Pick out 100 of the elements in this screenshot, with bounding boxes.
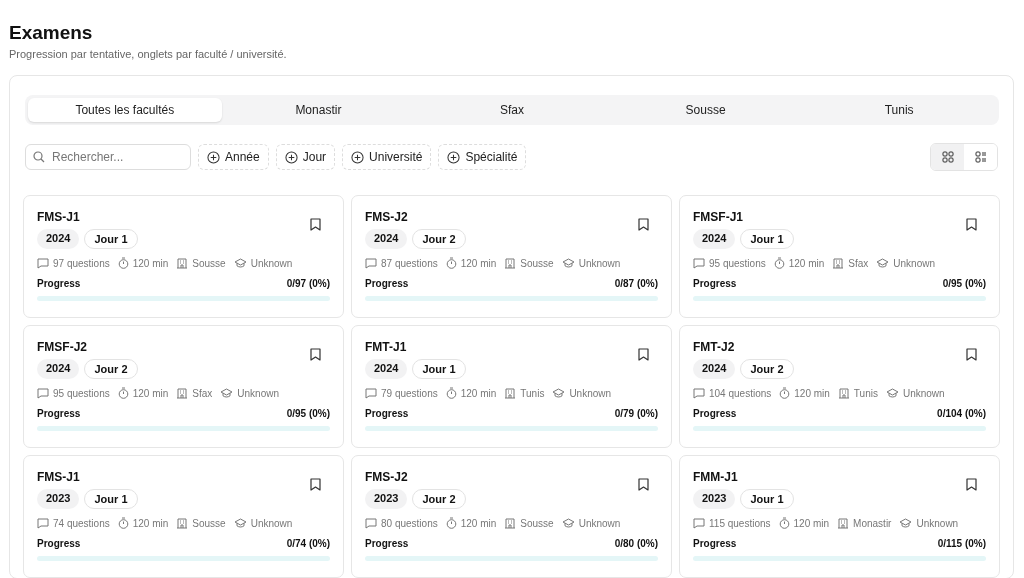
page-title: Examens bbox=[9, 22, 94, 44]
timer-icon bbox=[779, 387, 791, 399]
exam-title: FMS-J2 bbox=[365, 210, 409, 224]
question-count: 80 questions bbox=[381, 517, 438, 529]
chat-icon bbox=[693, 517, 705, 529]
tab[interactable]: Sfax bbox=[415, 98, 609, 122]
question-count: 79 questions bbox=[381, 387, 438, 399]
speciality: Unknown bbox=[578, 517, 621, 529]
progress-label: Progress bbox=[37, 278, 81, 289]
plus-circle-icon bbox=[284, 150, 298, 164]
day-tag: Jour 1 bbox=[740, 489, 794, 509]
filter-button[interactable]: Université bbox=[342, 144, 432, 170]
city: Sousse bbox=[192, 257, 226, 269]
graduation-cap-icon bbox=[220, 388, 234, 398]
tab[interactable]: Toutes les facultés bbox=[28, 98, 222, 122]
grid-view-button[interactable] bbox=[931, 144, 964, 170]
year-tag: 2024 bbox=[37, 229, 80, 249]
duration: 120 min bbox=[460, 257, 497, 269]
timer-icon bbox=[445, 257, 457, 269]
city: Sfax bbox=[192, 387, 213, 399]
filter-button[interactable]: Jour bbox=[275, 144, 336, 170]
exam-title: FMT-J1 bbox=[365, 340, 408, 354]
bookmark-button[interactable] bbox=[638, 348, 649, 361]
exam-card[interactable]: FMM-J1 2023 Jour 1 115 questions 120 min Monastir Unknown Progress 0/115 (0%) bbox=[679, 455, 1000, 578]
duration: 120 min bbox=[132, 517, 169, 529]
speciality: Unknown bbox=[916, 517, 959, 529]
search-field[interactable]: Rechercher... bbox=[25, 144, 191, 170]
progress-label: Progress bbox=[365, 278, 409, 289]
exam-card[interactable]: FMT-J1 2024 Jour 1 79 questions 120 min Tunis Unknown Progress 0/79 (0%) bbox=[351, 325, 672, 448]
question-count: 87 questions bbox=[381, 257, 438, 269]
exam-card[interactable]: FMS-J2 2024 Jour 2 87 questions 120 min Sousse Unknown Progress 0/87 (0%) bbox=[351, 195, 672, 318]
city: Monastir bbox=[853, 517, 892, 529]
chat-icon bbox=[37, 517, 49, 529]
bookmark-button[interactable] bbox=[966, 348, 977, 361]
bookmark-button[interactable] bbox=[310, 478, 321, 491]
building-icon bbox=[176, 257, 189, 269]
graduation-cap-icon bbox=[561, 258, 575, 268]
exam-card[interactable]: FMSF-J1 2024 Jour 1 95 questions 120 min Sfax Unknown Progress 0/95 (0%) bbox=[679, 195, 1000, 318]
bookmark-button[interactable] bbox=[310, 218, 321, 231]
duration: 120 min bbox=[460, 387, 497, 399]
speciality: Unknown bbox=[237, 387, 279, 399]
bookmark-button[interactable] bbox=[966, 218, 977, 231]
duration: 120 min bbox=[132, 257, 169, 269]
tab[interactable]: Tunis bbox=[802, 98, 996, 122]
chat-icon bbox=[37, 387, 49, 399]
progress-reading: 0/80 (0%) bbox=[614, 538, 658, 549]
timer-icon bbox=[445, 517, 457, 529]
exam-card[interactable]: FMS-J2 2023 Jour 2 80 questions 120 min Sousse Unknown Progress 0/80 (0%) bbox=[351, 455, 672, 578]
speciality: Unknown bbox=[250, 517, 293, 529]
progress-reading: 0/97 (0%) bbox=[286, 278, 330, 289]
city: Sousse bbox=[192, 517, 226, 529]
building-icon bbox=[176, 517, 189, 529]
timer-icon bbox=[117, 517, 129, 529]
tab[interactable]: Monastir bbox=[221, 98, 416, 122]
bookmark-button[interactable] bbox=[638, 218, 649, 231]
graduation-cap-icon bbox=[233, 518, 247, 528]
search-icon bbox=[33, 151, 45, 163]
chat-icon bbox=[693, 387, 705, 399]
year-tag: 2024 bbox=[365, 229, 408, 249]
bookmark-button[interactable] bbox=[310, 348, 321, 361]
city: Tunis bbox=[520, 387, 545, 399]
progress-label: Progress bbox=[693, 538, 737, 549]
question-count: 97 questions bbox=[53, 257, 110, 269]
bookmark-button[interactable] bbox=[638, 478, 649, 491]
grid-icon bbox=[941, 151, 954, 163]
filter-button[interactable]: Année bbox=[198, 144, 269, 170]
progress-label: Progress bbox=[365, 538, 409, 549]
question-count: 74 questions bbox=[53, 517, 110, 529]
graduation-cap-icon bbox=[561, 518, 575, 528]
year-tag: 2023 bbox=[365, 489, 408, 509]
city: Sfax bbox=[848, 257, 869, 269]
exam-title: FMS-J1 bbox=[37, 470, 81, 484]
page-subtitle: Progression par tentative, onglets par faculté / université. bbox=[9, 48, 288, 60]
year-tag: 2024 bbox=[693, 359, 736, 379]
exam-card[interactable]: FMT-J2 2024 Jour 2 104 questions 120 min Tunis Unknown Progress 0/104 (0%) bbox=[679, 325, 1000, 448]
year-tag: 2023 bbox=[693, 489, 736, 509]
exam-card[interactable]: FMSF-J2 2024 Jour 2 95 questions 120 min Sfax Unknown Progress 0/95 (0%) bbox=[23, 325, 344, 448]
exam-card[interactable]: FMS-J1 2023 Jour 1 74 questions 120 min Sousse Unknown Progress 0/74 (0%) bbox=[23, 455, 344, 578]
duration: 120 min bbox=[794, 387, 830, 399]
tab[interactable]: Sousse bbox=[608, 98, 803, 122]
day-tag: Jour 2 bbox=[412, 229, 466, 249]
progress-label: Progress bbox=[693, 278, 737, 289]
day-tag: Jour 2 bbox=[412, 489, 466, 509]
plus-circle-icon bbox=[207, 150, 220, 164]
exam-card[interactable]: FMS-J1 2024 Jour 1 97 questions 120 min Sousse Unknown Progress 0/97 (0%) bbox=[23, 195, 344, 318]
timer-icon bbox=[117, 257, 129, 269]
day-tag: Jour 2 bbox=[84, 359, 138, 379]
bookmark-button[interactable] bbox=[966, 478, 977, 491]
filter-button[interactable]: Spécialité bbox=[438, 144, 527, 170]
progress-reading: 0/87 (0%) bbox=[614, 278, 658, 289]
question-count: 95 questions bbox=[709, 257, 766, 269]
duration: 120 min bbox=[132, 387, 169, 399]
year-tag: 2023 bbox=[37, 489, 80, 509]
speciality: Unknown bbox=[250, 257, 293, 269]
building-icon bbox=[837, 387, 850, 399]
city: Sousse bbox=[520, 517, 554, 529]
city: Sousse bbox=[520, 257, 554, 269]
day-tag: Jour 1 bbox=[412, 359, 466, 379]
exam-title: FMS-J1 bbox=[37, 210, 81, 224]
year-tag: 2024 bbox=[37, 359, 80, 379]
